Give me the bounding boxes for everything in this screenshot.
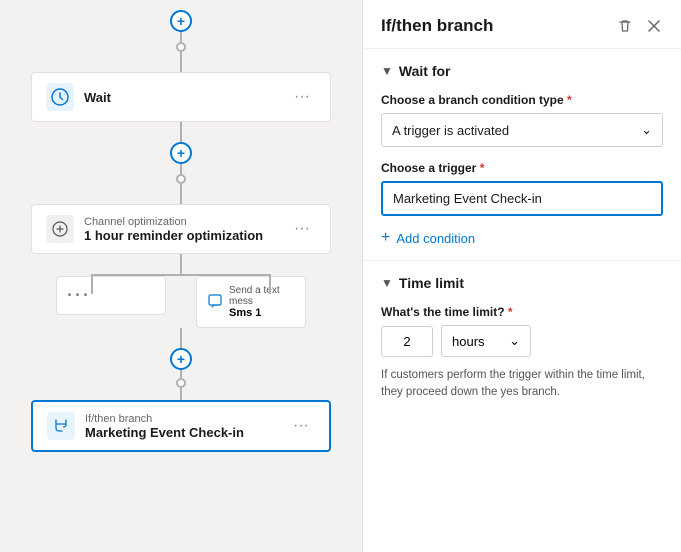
sms-icon [207, 293, 223, 312]
channel-subtitle: 1 hour reminder optimization [84, 228, 263, 243]
add-step-button-2[interactable]: + [170, 142, 192, 164]
connector [180, 52, 182, 72]
flow-canvas: + Wait ··· + [0, 0, 362, 552]
branch-icon [47, 412, 75, 440]
trigger-input[interactable] [381, 181, 663, 216]
sms-card[interactable]: Send a text mess Sms 1 [196, 276, 306, 328]
dot-connector [176, 174, 186, 184]
connector [180, 122, 182, 142]
wait-for-header[interactable]: ▼ Wait for [381, 63, 663, 79]
sms-subtitle: Sms 1 [229, 307, 295, 319]
time-unit-value: hours [452, 334, 485, 349]
wait-icon [46, 83, 74, 111]
wait-for-section: ▼ Wait for Choose a branch condition typ… [363, 49, 681, 261]
channel-icon [46, 215, 74, 243]
sms-title: Send a text mess [229, 285, 295, 307]
branch-title: If/then branch [85, 413, 244, 425]
condition-type-dropdown[interactable]: A trigger is activated ⌄ [381, 113, 663, 147]
add-step-button-3[interactable]: + [170, 348, 192, 370]
channel-more-button[interactable]: ··· [288, 218, 316, 240]
chevron-down-icon: ▼ [381, 64, 393, 78]
condition-type-value: A trigger is activated [392, 123, 509, 138]
branch-card[interactable]: If/then branch Marketing Event Check-in … [31, 400, 331, 452]
branch-subtitle: Marketing Event Check-in [85, 425, 244, 440]
time-limit-title: Time limit [399, 275, 464, 291]
right-panel: If/then branch ▼ Wait for Choose a branc… [362, 0, 681, 552]
time-limit-help-text: If customers perform the trigger within … [381, 367, 663, 402]
dot-connector [176, 42, 186, 52]
add-step-button-top[interactable]: + [170, 10, 192, 32]
condition-type-label: Choose a branch condition type * [381, 93, 663, 107]
add-icon: + [381, 230, 390, 246]
dots-card[interactable]: ··· [56, 276, 166, 315]
time-number-input[interactable] [381, 326, 433, 357]
time-unit-dropdown[interactable]: hours ⌄ [441, 325, 531, 357]
dot-connector [176, 378, 186, 388]
wait-label: Wait [84, 90, 111, 105]
branch-more-button[interactable]: ··· [287, 415, 315, 437]
delete-button[interactable] [615, 16, 635, 36]
add-condition-button[interactable]: + Add condition [381, 230, 475, 246]
channel-title: Channel optimization [84, 216, 263, 228]
dropdown-chevron-icon: ⌄ [641, 122, 652, 138]
trigger-label: Choose a trigger * [381, 161, 663, 175]
time-limit-question-label: What's the time limit? * [381, 305, 663, 319]
wait-more-button[interactable]: ··· [288, 86, 316, 108]
panel-header-actions [615, 16, 663, 36]
wait-for-title: Wait for [399, 63, 451, 79]
unit-dropdown-chevron: ⌄ [509, 333, 520, 349]
time-input-row: hours ⌄ [381, 325, 663, 357]
panel-title: If/then branch [381, 16, 493, 36]
add-condition-label: Add condition [396, 231, 475, 246]
wait-card[interactable]: Wait ··· [31, 72, 331, 122]
panel-header: If/then branch [363, 0, 681, 49]
time-limit-section: ▼ Time limit What's the time limit? * ho… [363, 261, 681, 416]
connector [180, 164, 182, 174]
connector [180, 32, 182, 42]
time-limit-header[interactable]: ▼ Time limit [381, 275, 663, 291]
chevron-down-icon-2: ▼ [381, 276, 393, 290]
connector [180, 184, 182, 204]
channel-card[interactable]: Channel optimization 1 hour reminder opt… [31, 204, 331, 254]
close-button[interactable] [645, 17, 663, 35]
